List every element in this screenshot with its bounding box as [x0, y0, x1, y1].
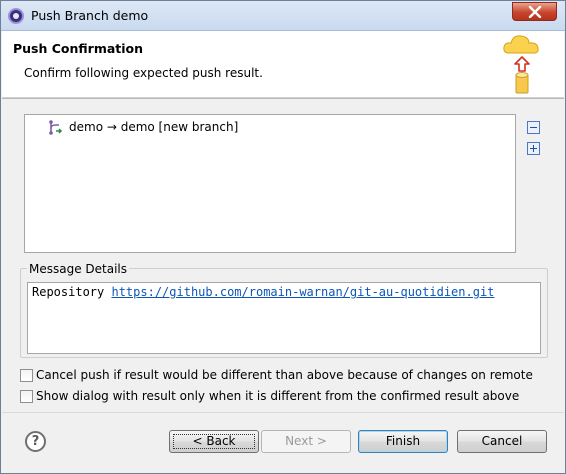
close-button[interactable]: [512, 2, 557, 21]
cancel-if-different-label: Cancel push if result would be different…: [36, 368, 533, 382]
close-icon: [528, 6, 542, 18]
message-details-text[interactable]: Repository https://github.com/romain-war…: [27, 282, 541, 354]
push-result-tree[interactable]: demo → demo [new branch]: [24, 114, 516, 253]
show-dialog-label: Show dialog with result only when it is …: [36, 389, 520, 403]
push-to-cloud-icon: [503, 35, 539, 94]
expand-all-button[interactable]: [527, 142, 540, 155]
button-bar-separator: [2, 412, 564, 413]
finish-button-label: Finish: [385, 434, 421, 448]
cancel-button[interactable]: Cancel: [457, 430, 547, 453]
tree-item[interactable]: demo → demo [new branch]: [47, 118, 238, 136]
show-dialog-option[interactable]: Show dialog with result only when it is …: [20, 388, 519, 404]
title-bar[interactable]: Push Branch demo: [1, 1, 565, 31]
cancel-button-label: Cancel: [481, 434, 523, 448]
banner-separator: [2, 98, 564, 99]
eclipse-icon: [8, 8, 24, 24]
help-button[interactable]: ?: [25, 431, 46, 452]
collapse-all-button[interactable]: [527, 121, 540, 134]
help-icon: ?: [31, 434, 40, 449]
finish-button[interactable]: Finish: [358, 430, 448, 453]
push-branch-dialog: Push Branch demo Push Confirmation Confi…: [0, 0, 566, 474]
collapse-all-icon: [530, 127, 537, 128]
window-title: Push Branch demo: [31, 8, 149, 23]
branch-push-icon: [49, 120, 63, 135]
wizard-banner: Push Confirmation Confirm following expe…: [2, 31, 564, 98]
focus-ring: [173, 434, 255, 449]
repository-label: Repository: [32, 285, 105, 299]
page-title: Push Confirmation: [13, 41, 144, 56]
cancel-if-different-checkbox[interactable]: [20, 368, 33, 382]
repository-link[interactable]: https://github.com/romain-warnan/git-au-…: [111, 285, 494, 299]
cancel-if-different-option[interactable]: Cancel push if result would be different…: [20, 367, 533, 383]
tree-item-label: demo → demo [new branch]: [69, 120, 239, 134]
next-button-label: Next >: [285, 434, 327, 448]
show-dialog-checkbox[interactable]: [20, 389, 33, 403]
expand-plus-stroke: [533, 145, 534, 152]
back-button[interactable]: < Back: [169, 430, 259, 453]
page-description: Confirm following expected push result.: [24, 66, 263, 80]
message-details-legend: Message Details: [27, 262, 130, 276]
next-button[interactable]: Next >: [261, 430, 351, 453]
